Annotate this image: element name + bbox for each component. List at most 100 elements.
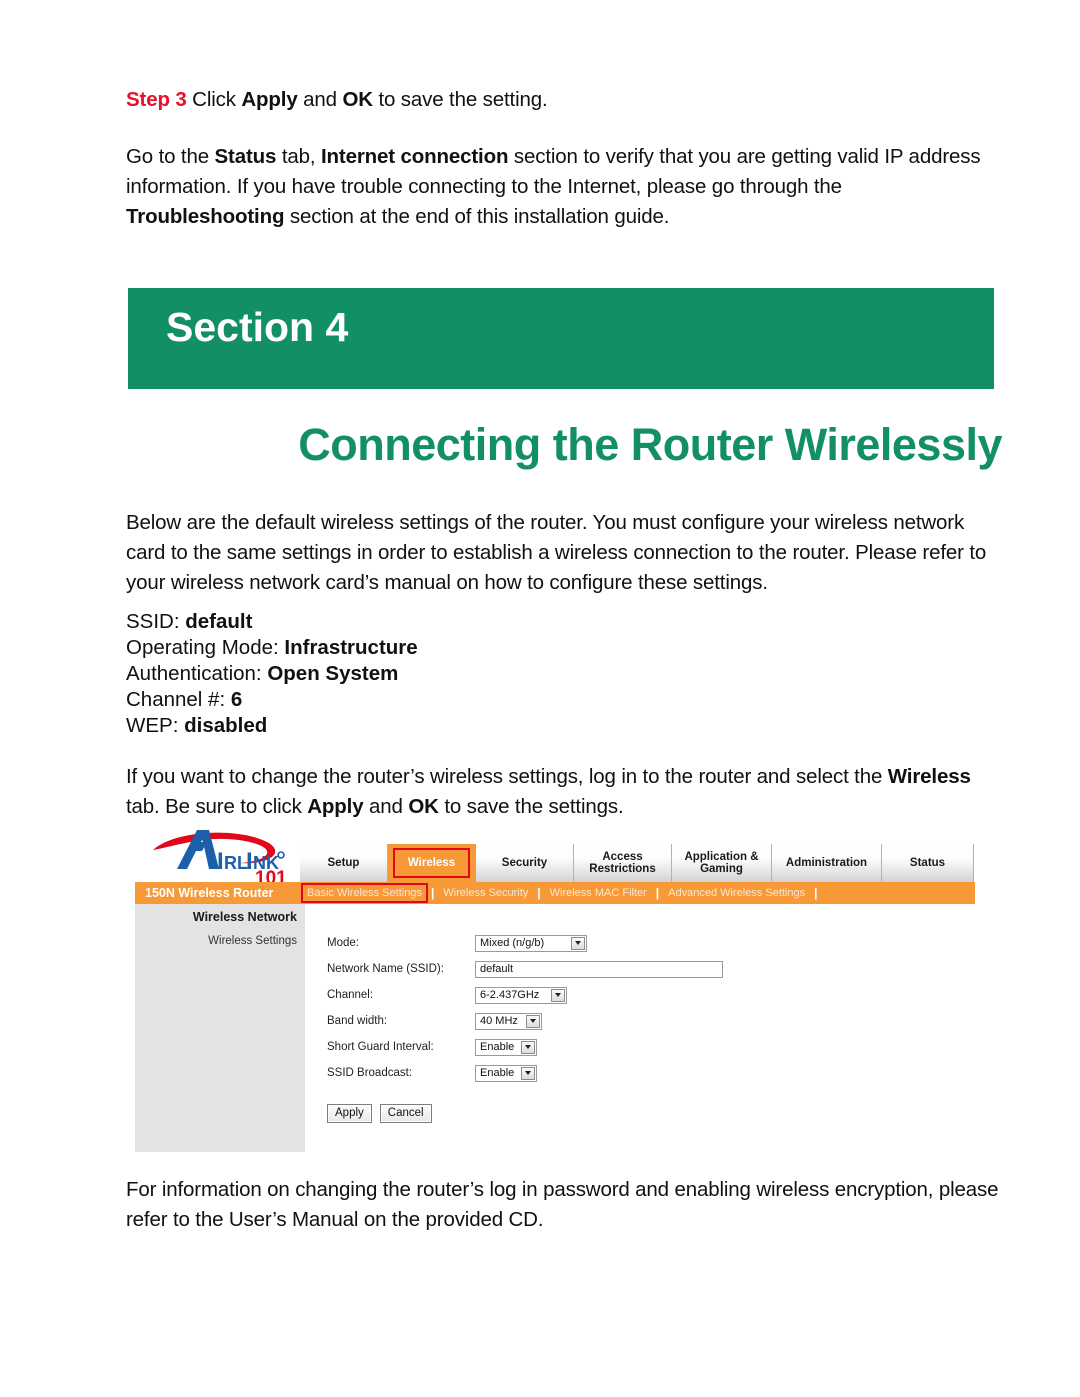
short-guard-interval-select[interactable]: Enable (475, 1038, 537, 1056)
chevron-down-icon (551, 988, 565, 1002)
form-row-ssid-broadcast: SSID Broadcast: Enable (327, 1060, 947, 1086)
change-ok-emphasis: OK (408, 795, 439, 818)
default-setting-label: SSID: (126, 610, 180, 633)
tab-setup[interactable]: Setup (300, 844, 388, 882)
status-p2: tab, (276, 145, 321, 168)
wireless-settings-form: Mode: Mixed (n/g/b) Network Name (SSID):… (327, 930, 947, 1086)
step-3-apply-emphasis: Apply (241, 88, 298, 111)
apply-button[interactable]: Apply (327, 1104, 372, 1123)
router-subnav: 150N Wireless Router Basic Wireless Sett… (135, 882, 975, 904)
default-setting-value: 6 (230, 688, 243, 711)
subnav-advanced-wireless-settings[interactable]: Advanced Wireless Settings (661, 882, 812, 904)
router-model-label: 150N Wireless Router (145, 886, 274, 900)
channel-select-value: 6-2.437GHz (480, 989, 540, 1001)
status-p4: section at the end of this installation … (284, 205, 670, 228)
tab-application-gaming-label: Application & Gaming (684, 850, 759, 876)
status-tab-emphasis: Status (214, 145, 277, 168)
subnav-wireless-security[interactable]: Wireless Security (436, 882, 535, 904)
chevron-down-icon (571, 936, 585, 950)
status-p1: Go to the (126, 145, 215, 168)
tab-setup-label: Setup (327, 856, 360, 869)
chevron-down-icon (521, 1040, 535, 1054)
subnav-separator: | (814, 886, 818, 900)
channel-label: Channel: (327, 989, 374, 1001)
change-p1: If you want to change the router’s wirel… (126, 765, 888, 788)
wireless-tab-emphasis: Wireless (887, 765, 971, 788)
tab-access-restrictions-label: Access Restrictions (589, 850, 656, 876)
subnav-wireless-mac-filter[interactable]: Wireless MAC Filter (543, 882, 654, 904)
form-buttons: Apply Cancel (327, 1104, 432, 1123)
ssid-label: Network Name (SSID): (327, 963, 444, 975)
mode-select[interactable]: Mixed (n/g/b) (475, 934, 587, 952)
change-apply-emphasis: Apply (307, 795, 364, 818)
tab-status[interactable]: Status (882, 844, 974, 882)
chevron-down-icon (526, 1014, 540, 1028)
change-settings-paragraph: If you want to change the router’s wirel… (126, 762, 1002, 822)
form-row-mode: Mode: Mixed (n/g/b) (327, 930, 947, 956)
tab-security-label: Security (501, 856, 548, 869)
ssid-broadcast-label: SSID Broadcast: (327, 1067, 413, 1079)
form-row-channel: Channel: 6-2.437GHz (327, 982, 947, 1008)
closing-paragraph: For information on changing the router’s… (126, 1178, 999, 1231)
default-setting-row: Operating Mode: Infrastructure (126, 635, 418, 661)
section-title: Connecting the Router Wirelessly (298, 419, 1002, 470)
svg-text:I: I (246, 848, 253, 875)
mode-label: Mode: (327, 937, 359, 949)
bandwidth-label: Band width: (327, 1015, 388, 1027)
cancel-button[interactable]: Cancel (379, 1104, 432, 1123)
channel-select[interactable]: 6-2.437GHz (475, 986, 567, 1004)
subnav-separator: | (655, 886, 660, 900)
panel-heading: Wireless Network (192, 910, 297, 924)
subnav-wireless-mac-filter-label: Wireless MAC Filter (549, 887, 647, 899)
ssid-input[interactable]: default (475, 960, 723, 978)
default-setting-label: Channel #: (126, 688, 226, 711)
change-p2: tab. Be sure to click (126, 795, 308, 818)
tab-security[interactable]: Security (476, 844, 574, 882)
default-setting-value: disabled (184, 714, 268, 737)
status-verification-paragraph: Go to the Status tab, Internet connectio… (126, 142, 1002, 232)
step-3-ok-emphasis: OK (342, 88, 373, 111)
router-body: Wireless Network Wireless Settings Mode:… (135, 904, 975, 1154)
section-banner: Section 4 (128, 288, 994, 389)
default-setting-label: Authentication: (126, 662, 262, 685)
tab-wireless-highlight-box (393, 848, 470, 878)
subnav-separator: | (430, 886, 435, 900)
subnav-wireless-security-label: Wireless Security (443, 887, 529, 899)
panel-subheading: Wireless Settings (208, 935, 297, 947)
default-setting-row: Channel #: 6 (126, 687, 418, 713)
default-setting-value: default (185, 610, 253, 633)
router-header: I RL I NK 101 Setup Wireless Security Ac… (135, 826, 975, 904)
tab-administration[interactable]: Administration (772, 844, 882, 882)
chevron-down-icon (521, 1066, 535, 1080)
tab-access-restrictions[interactable]: Access Restrictions (574, 844, 672, 882)
change-p4: to save the settings. (438, 795, 624, 818)
form-row-bandwidth: Band width: 40 MHz (327, 1008, 947, 1034)
router-primary-tabs[interactable]: Setup Wireless Security Access Restricti… (300, 844, 975, 882)
subnav-advanced-wireless-settings-label: Advanced Wireless Settings (668, 887, 806, 899)
tab-wireless[interactable]: Wireless (388, 844, 476, 882)
troubleshooting-emphasis: Troubleshooting (126, 205, 285, 228)
form-row-ssid: Network Name (SSID): default (327, 956, 947, 982)
subnav-basic-wireless-settings[interactable]: Basic Wireless Settings (300, 882, 429, 904)
default-setting-value: Infrastructure (284, 636, 418, 659)
default-wireless-settings-list: SSID: default Operating Mode: Infrastruc… (126, 609, 418, 739)
bandwidth-select[interactable]: 40 MHz (475, 1012, 542, 1030)
form-row-short-guard-interval: Short Guard Interval: Enable (327, 1034, 947, 1060)
default-setting-value: Open System (267, 662, 399, 685)
section-banner-label: Section 4 (166, 304, 349, 350)
tab-administration-label: Administration (785, 856, 868, 869)
ssid-broadcast-select[interactable]: Enable (475, 1064, 537, 1082)
subnav-basic-wireless-settings-highlight-box (301, 883, 428, 903)
bandwidth-select-value: 40 MHz (480, 1015, 518, 1027)
subnav-separator: | (537, 886, 541, 900)
router-subnav-items[interactable]: Basic Wireless Settings | Wireless Secur… (300, 882, 819, 904)
step-3-text-before: Click (186, 88, 242, 111)
tab-application-gaming[interactable]: Application & Gaming (672, 844, 772, 882)
step-3-instruction: Step 3 Click Apply and OK to save the se… (126, 85, 1002, 115)
short-guard-interval-select-value: Enable (480, 1041, 515, 1053)
airlink-101-logo-icon: I RL I NK 101 (147, 824, 302, 889)
router-admin-screenshot: I RL I NK 101 Setup Wireless Security Ac… (135, 826, 975, 1154)
short-guard-interval-label: Short Guard Interval: (327, 1041, 434, 1053)
ssid-broadcast-select-value: Enable (480, 1067, 515, 1079)
step-3-text-after: to save the setting. (372, 88, 548, 111)
